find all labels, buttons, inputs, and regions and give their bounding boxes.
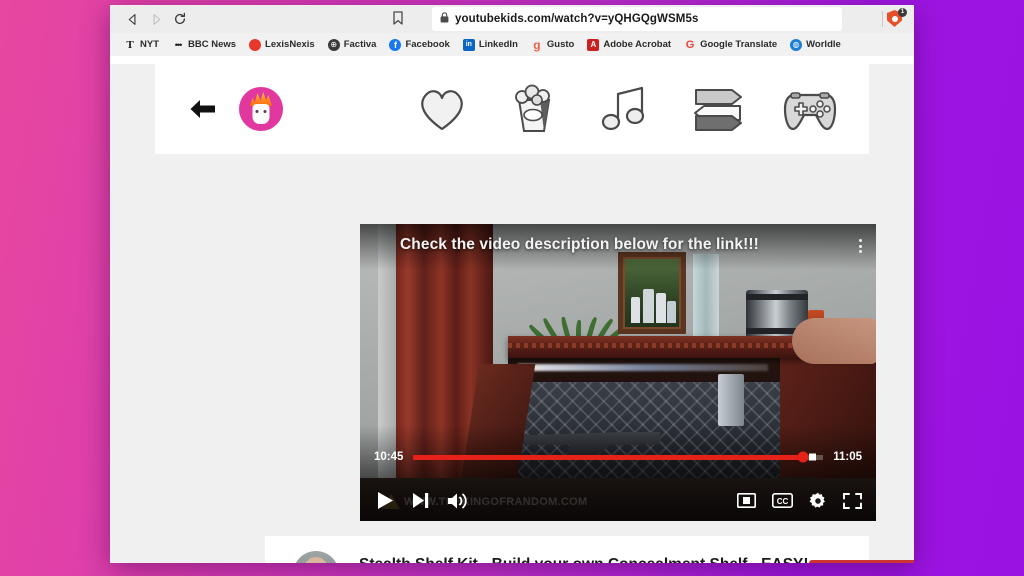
linkedin-icon: in	[462, 38, 475, 51]
player-progress-row: 10:45 11:05	[360, 451, 876, 463]
duration-label: 11:05	[833, 451, 862, 463]
signpost-icon[interactable]	[689, 83, 747, 135]
bookmark-item[interactable]: ⊕ Factiva	[327, 38, 377, 51]
url-text: youtubekids.com/watch?v=yQHGQgWSM5s	[455, 13, 699, 25]
bookmark-label: BBC News	[188, 39, 237, 50]
bookmark-item[interactable]: A Adobe Acrobat	[587, 38, 672, 51]
bookmark-label: LexisNexis	[265, 39, 315, 50]
avatar[interactable]	[293, 551, 339, 563]
extension-badge: 1	[898, 8, 907, 17]
address-bar[interactable]: youtubekids.com/watch?v=yQHGQgWSM5s	[432, 7, 842, 31]
toolbar-divider	[882, 11, 883, 27]
browser-window: youtubekids.com/watch?v=yQHGQgWSM5s 1 TN…	[110, 5, 914, 563]
progress-chapter-marker	[808, 453, 816, 461]
gusto-icon: g	[533, 37, 541, 52]
facebook-icon: f	[389, 38, 402, 51]
popcorn-icon[interactable]	[505, 83, 563, 135]
kids-category-icons	[413, 83, 839, 135]
closed-captions-button[interactable]: CC	[772, 493, 793, 508]
player-top-overlay: Check the video description below for th…	[360, 224, 876, 270]
bookmark-item[interactable]: G Google Translate	[684, 39, 777, 51]
progress-bar[interactable]	[413, 451, 824, 463]
player-overlay-title: Check the video description below for th…	[400, 236, 759, 253]
forward-arrow-icon	[144, 7, 168, 31]
bookmark-item[interactable]: f Facebook	[389, 38, 450, 51]
player-button-row: CC	[360, 490, 876, 511]
bookmark-item[interactable]: in LinkedIn	[462, 38, 518, 51]
bookmark-label: Worldle	[806, 39, 841, 50]
factiva-icon: ⊕	[327, 38, 340, 51]
bookmark-label: LinkedIn	[478, 39, 518, 50]
scene-hand	[792, 318, 876, 364]
kids-profile-avatar[interactable]	[239, 87, 283, 131]
subscribe-button[interactable]: SUBSCRIBE	[808, 560, 914, 563]
bookmark-item[interactable]: LexisNexis	[249, 38, 315, 51]
shield-extension-icon[interactable]: 1	[887, 8, 907, 28]
current-time-label: 10:45	[374, 451, 404, 463]
google-translate-icon: G	[685, 38, 695, 51]
player-controls: 10:45 11:05 CC	[360, 425, 876, 521]
video-player[interactable]: Check the video description below for th…	[360, 224, 876, 521]
volume-button[interactable]	[446, 491, 469, 511]
bookmark-icon[interactable]	[392, 11, 404, 30]
youtube-kids-header	[155, 64, 869, 154]
music-note-icon[interactable]	[597, 83, 655, 135]
play-button[interactable]	[374, 490, 395, 511]
more-options-icon[interactable]	[859, 236, 862, 253]
progress-fill	[413, 454, 803, 460]
extension-area: 1	[876, 8, 907, 28]
page-title: Stealth Shelf Kit - Build your own Conce…	[359, 556, 809, 563]
bookmark-item[interactable]: g Gusto	[531, 37, 575, 52]
bookmark-label: Gusto	[546, 39, 575, 50]
fullscreen-button[interactable]	[843, 492, 862, 509]
next-video-button[interactable]	[411, 491, 430, 510]
video-info-text: Stealth Shelf Kit - Build your own Conce…	[359, 556, 809, 563]
gamepad-icon[interactable]	[781, 83, 839, 135]
scene-led-strip	[518, 364, 768, 371]
browser-toolbar: youtubekids.com/watch?v=yQHGQgWSM5s 1	[110, 5, 914, 33]
bbc-news-icon: •••	[174, 39, 182, 50]
nyt-icon: T	[126, 38, 134, 51]
back-arrow-icon[interactable]	[185, 92, 219, 126]
back-arrow-icon[interactable]	[120, 7, 144, 31]
scene-hinge	[718, 374, 744, 426]
worldle-icon: ◍	[790, 38, 803, 51]
adobe-acrobat-icon: A	[587, 38, 600, 51]
bookmark-label: NYT	[140, 39, 159, 50]
bookmark-label: Facebook	[405, 39, 450, 50]
lock-icon	[440, 10, 449, 28]
bookmark-label: Adobe Acrobat	[603, 39, 672, 50]
bookmarks-bar: T NYT ••• BBC News LexisNexis ⊕ Factiva f Fa…	[110, 33, 914, 56]
reload-icon[interactable]	[168, 7, 192, 31]
settings-gear-icon[interactable]	[809, 492, 827, 510]
bookmark-item[interactable]: ••• BBC News	[172, 39, 236, 51]
bookmark-label: Factiva	[343, 39, 377, 50]
progress-scrubber[interactable]	[797, 451, 809, 463]
avatar-face	[252, 104, 270, 124]
heart-icon[interactable]	[413, 83, 471, 135]
svg-text:CC: CC	[777, 497, 789, 506]
lexisnexis-icon	[249, 38, 262, 51]
video-info-card: Stealth Shelf Kit - Build your own Conce…	[265, 536, 914, 563]
bookmark-item[interactable]: ◍ Worldle	[790, 38, 841, 51]
page-content: Check the video description below for th…	[110, 64, 914, 563]
omnibox-area: youtubekids.com/watch?v=yQHGQgWSM5s	[192, 5, 876, 33]
bookmark-label: Google Translate	[700, 39, 778, 50]
miniplayer-button[interactable]	[737, 493, 756, 508]
bookmark-item[interactable]: T NYT	[124, 39, 159, 51]
